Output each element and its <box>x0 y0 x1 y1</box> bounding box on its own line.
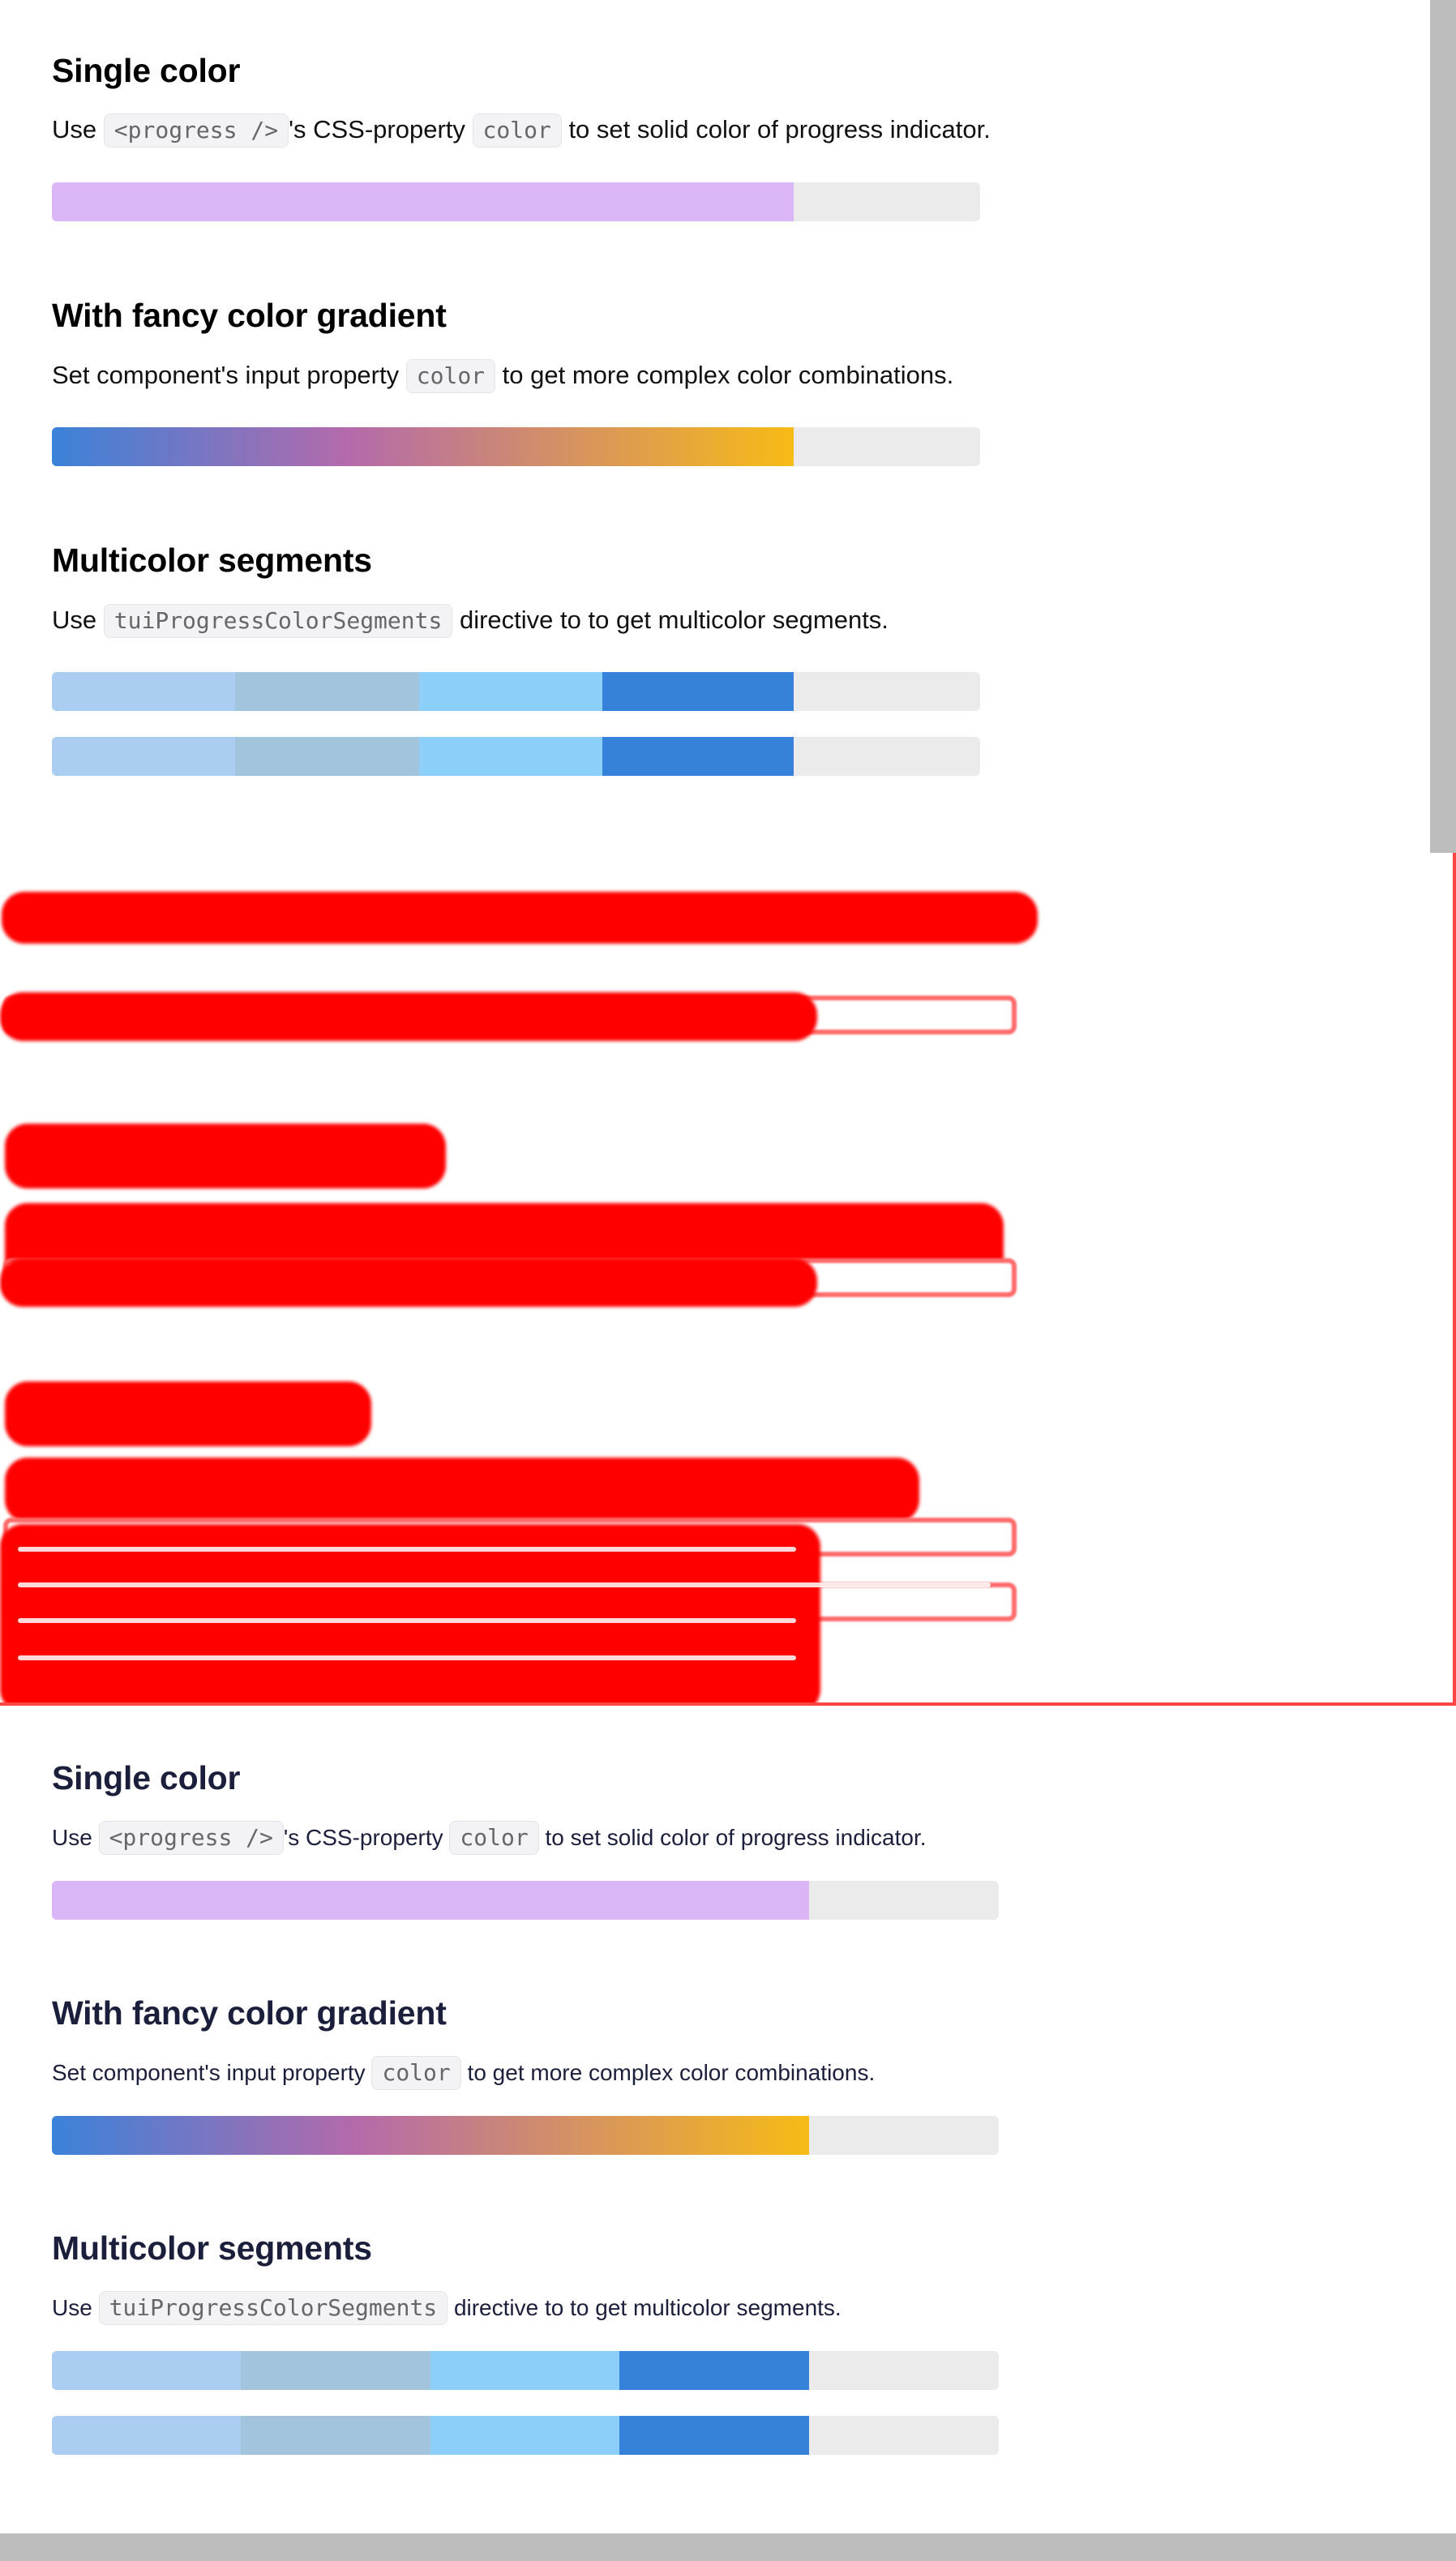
section-single-desc: Use <progress />'s CSS-property color to… <box>52 113 991 148</box>
code-snippet: <progress /> <box>98 1821 284 1855</box>
section-segments: Multicolor segments <box>52 2229 372 2268</box>
section-description: Use tuiProgressColorSegments directive t… <box>52 2291 841 2325</box>
section-gradient-desc: Set component's input property color to … <box>52 359 953 393</box>
diff-blob <box>5 1381 371 1446</box>
section-segments-desc: Use tuiProgressColorSegments directive t… <box>52 2291 841 2325</box>
code-snippet: color <box>371 2056 461 2090</box>
segment <box>419 672 602 711</box>
section-description: Use <progress />'s CSS-property color to… <box>52 113 991 148</box>
code-snippet: color <box>472 113 562 148</box>
progress-segments-2 <box>52 737 980 776</box>
scrollbar[interactable] <box>1430 0 1456 853</box>
code-snippet: color <box>449 1821 539 1855</box>
section-gradient-desc: Set component's input property color to … <box>52 2056 875 2090</box>
diff-streak <box>18 1618 796 1623</box>
desc-text: Use <box>52 2295 92 2320</box>
diff-blob <box>0 992 817 1041</box>
diff-streak <box>18 1655 796 1660</box>
code-snippet: <progress /> <box>103 113 289 148</box>
horizontal-scrollbar[interactable] <box>0 2533 1456 2561</box>
segment <box>52 2416 241 2455</box>
progress-segments-1 <box>52 672 980 711</box>
section-description: Set component's input property color to … <box>52 2056 875 2090</box>
segment <box>52 737 235 776</box>
section-segments: Multicolor segments <box>52 542 372 580</box>
progress-indicator <box>52 2116 809 2155</box>
segment <box>602 672 794 711</box>
desc-text: directive to to get multicolor segments. <box>453 2295 841 2320</box>
diff-blob <box>5 1458 919 1522</box>
section-description: Set component's input property color to … <box>52 359 953 393</box>
section-gradient: With fancy color gradient <box>52 297 447 335</box>
progress-indicator <box>52 182 794 221</box>
diff-blob <box>5 1124 446 1188</box>
section-single-desc: Use <progress />'s CSS-property color to… <box>52 1821 927 1855</box>
segment <box>235 737 419 776</box>
progress-single-color <box>52 182 980 221</box>
desc-text: 's CSS-property <box>289 115 465 143</box>
segment <box>430 2416 619 2455</box>
diff-streak <box>18 1582 991 1587</box>
desc-text: Use <box>52 606 97 634</box>
top-panel: Single color Use <progress />'s CSS-prop… <box>0 0 1456 853</box>
section-segments-desc: Use tuiProgressColorSegments directive t… <box>52 604 889 638</box>
segment <box>241 2416 430 2455</box>
desc-text: to set solid color of progress indicator… <box>568 115 991 143</box>
bottom-panel: Single color Use <progress />'s CSS-prop… <box>0 1711 1456 2533</box>
progress-segments-1 <box>52 2351 999 2390</box>
desc-text: 's CSS-property <box>283 1825 443 1850</box>
segment <box>419 737 602 776</box>
diff-blob <box>2 892 1038 944</box>
desc-text: Use <box>52 115 97 143</box>
segment <box>52 2351 241 2390</box>
progress-gradient <box>52 2116 999 2155</box>
progress-segments-2 <box>52 2416 999 2455</box>
section-description: Use <progress />'s CSS-property color to… <box>52 1821 927 1855</box>
diff-blob <box>0 1258 817 1307</box>
desc-text: Set component's input property <box>52 2060 366 2085</box>
segment <box>619 2416 809 2455</box>
section-title: With fancy color gradient <box>52 1994 447 2032</box>
section-title: With fancy color gradient <box>52 297 447 334</box>
desc-text: to get more complex color combinations. <box>467 2060 876 2085</box>
section-single-color: Single color <box>52 1759 240 1797</box>
desc-text: to set solid color of progress indicator… <box>545 1825 927 1850</box>
section-title: Single color <box>52 52 241 89</box>
section-gradient: With fancy color gradient <box>52 1994 447 2032</box>
desc-text: to get more complex color combinations. <box>502 361 954 389</box>
code-snippet: tuiProgressColorSegments <box>98 2291 448 2325</box>
desc-text: Use <box>52 1825 92 1850</box>
diff-overlay <box>0 853 1456 1706</box>
segment <box>430 2351 619 2390</box>
desc-text: Set component's input property <box>52 361 400 389</box>
progress-indicator <box>52 427 794 466</box>
desc-text: directive to to get multicolor segments. <box>459 606 889 634</box>
code-snippet: tuiProgressColorSegments <box>103 604 453 638</box>
section-title: Multicolor segments <box>52 2229 372 2267</box>
segment <box>235 672 419 711</box>
code-snippet: color <box>405 359 496 393</box>
progress-gradient <box>52 427 980 466</box>
segment <box>602 737 794 776</box>
section-title: Multicolor segments <box>52 542 372 579</box>
progress-indicator <box>52 1881 809 1920</box>
progress-single-color <box>52 1881 999 1920</box>
section-title: Single color <box>52 1759 241 1797</box>
segment <box>241 2351 430 2390</box>
diff-streak <box>18 1547 796 1552</box>
segment <box>52 672 235 711</box>
section-single-color: Single color <box>52 52 240 90</box>
segment <box>619 2351 809 2390</box>
section-description: Use tuiProgressColorSegments directive t… <box>52 604 889 638</box>
